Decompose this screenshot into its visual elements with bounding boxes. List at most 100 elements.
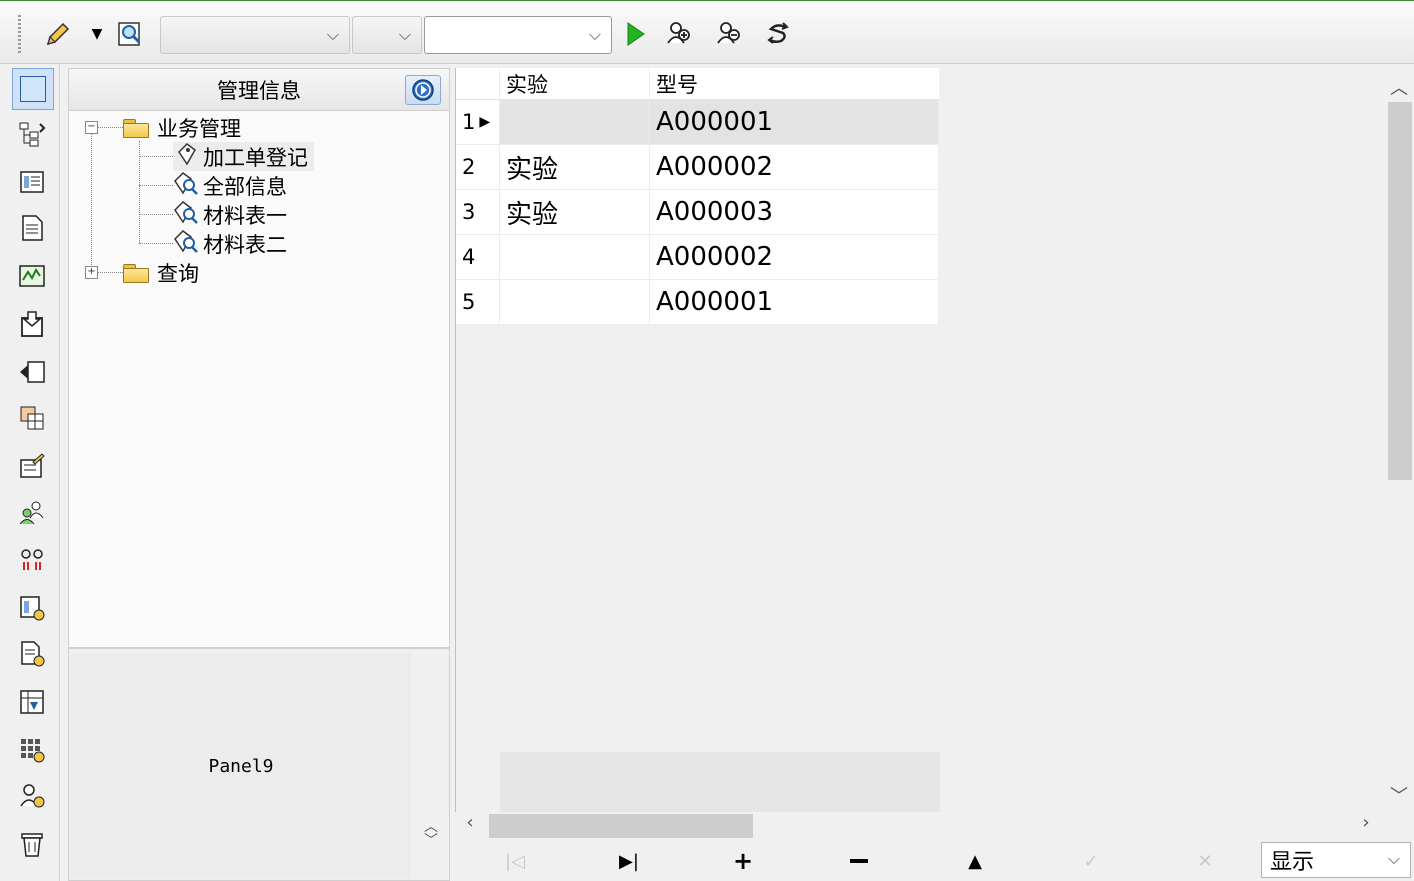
combo-1[interactable]: ⌵ xyxy=(160,16,350,54)
combo-3[interactable]: ⌵ xyxy=(424,16,612,54)
chevron-up-icon[interactable]: ︿ xyxy=(1384,74,1414,100)
list-view-icon[interactable] xyxy=(12,162,52,202)
user-settings-icon[interactable] xyxy=(12,776,52,816)
tag-search-icon xyxy=(173,171,199,201)
tree-leaf-material-2[interactable]: 材料表二 xyxy=(173,229,287,258)
db-navigator: |◁ ▶| + ▲ ✓ ✕ 显示 ⌵ xyxy=(455,840,1414,881)
row-number: 3 xyxy=(456,190,500,235)
tag-icon xyxy=(173,142,199,172)
table-row[interactable]: 4 A000002 xyxy=(456,235,939,280)
cell-model[interactable]: A000003 xyxy=(650,190,939,235)
dropdown-arrow-icon[interactable]: ▼ xyxy=(86,18,108,50)
tree-connector xyxy=(139,243,173,244)
calculator-icon[interactable] xyxy=(12,730,52,770)
tree-node-business[interactable]: 业务管理 xyxy=(123,113,241,142)
table-row[interactable]: 1 ▶ A000001 xyxy=(456,100,939,145)
cell-experiment[interactable]: 实验 xyxy=(500,145,650,190)
run-icon[interactable] xyxy=(620,18,652,50)
tree-view-icon[interactable] xyxy=(12,114,52,154)
zoom-out-user-icon[interactable] xyxy=(714,18,746,50)
nav-insert-button[interactable]: + xyxy=(721,846,765,876)
circle-arrow-icon xyxy=(412,79,434,101)
toolbar: ▼ ⌵ ⌵ ⌵ xyxy=(0,0,1414,64)
cell-model[interactable]: A000001 xyxy=(650,100,939,145)
current-row-arrow-icon: ▶ xyxy=(479,114,491,130)
cell-experiment[interactable] xyxy=(500,280,650,325)
collapse-toggle[interactable]: − xyxy=(85,121,98,134)
chevron-down-icon[interactable]: ﹀ xyxy=(1384,782,1414,808)
panel9-body: Panel9 xyxy=(71,653,411,879)
grid-import-icon[interactable] xyxy=(12,682,52,722)
nav-last-button[interactable]: ▶| xyxy=(607,846,651,876)
table-row[interactable]: 3 实验 A000003 xyxy=(456,190,939,235)
nav-cancel-button[interactable]: ✕ xyxy=(1183,846,1227,876)
expand-toggle[interactable]: + xyxy=(85,266,98,279)
tree-connector xyxy=(139,185,173,186)
table-row[interactable]: 2 实验 A000002 xyxy=(456,145,939,190)
horizontal-scrollbar[interactable]: ‹ › xyxy=(455,812,1384,840)
tree-connector xyxy=(91,133,92,271)
tree-leaf-material-1[interactable]: 材料表一 xyxy=(173,200,287,229)
table-icon[interactable] xyxy=(12,398,52,438)
chart-icon[interactable] xyxy=(12,256,52,296)
minus-icon xyxy=(850,859,868,863)
combo-2[interactable]: ⌵ xyxy=(352,16,422,54)
window-icon[interactable] xyxy=(12,68,54,110)
zoom-in-user-icon[interactable] xyxy=(664,18,696,50)
chevron-left-icon[interactable]: ‹ xyxy=(455,812,485,833)
cell-model[interactable]: A000001 xyxy=(650,280,939,325)
chevron-down-icon[interactable]: ﹀ xyxy=(424,834,438,848)
table-row[interactable]: 5 A000001 xyxy=(456,280,939,325)
horizontal-scroll-thumb[interactable] xyxy=(489,814,753,838)
tree-connector xyxy=(139,214,173,215)
report-icon[interactable] xyxy=(12,588,52,628)
vertical-scrollbar[interactable]: ︿ ﹀ xyxy=(1384,68,1414,813)
refresh-icon[interactable] xyxy=(762,18,794,50)
nav-first-button[interactable]: |◁ xyxy=(493,846,537,876)
tree-node-query[interactable]: 查询 xyxy=(123,258,199,287)
column-header-experiment[interactable]: 实验 xyxy=(500,68,650,100)
document-icon[interactable] xyxy=(12,208,52,248)
cell-model[interactable]: A000002 xyxy=(650,235,939,280)
chevron-down-icon: ⌵ xyxy=(1387,849,1400,868)
tree-header: 管理信息 xyxy=(69,69,449,111)
display-select[interactable]: 显示 ⌵ xyxy=(1261,842,1411,878)
edit-form-icon[interactable] xyxy=(12,446,52,486)
data-grid: 实验 型号 1 ▶ A000001 2 实验 A000002 3 实验 A0000… xyxy=(455,68,1384,813)
row-number: 4 xyxy=(456,235,500,280)
search-window-icon[interactable] xyxy=(114,18,146,50)
cell-experiment[interactable] xyxy=(500,235,650,280)
cell-model[interactable]: A000002 xyxy=(650,145,939,190)
chevron-right-icon[interactable]: › xyxy=(1351,812,1381,833)
tree-panel: 管理信息 − 业务管理 加工单登记 全部信息 材料表一 材料表二 + 查询 xyxy=(68,68,450,648)
users-icon[interactable] xyxy=(12,492,52,532)
import-icon[interactable] xyxy=(12,352,52,392)
vertical-scroll-thumb[interactable] xyxy=(1388,102,1412,480)
chevron-down-icon: ⌵ xyxy=(398,25,411,44)
collapse-panel-button[interactable] xyxy=(405,75,441,105)
link-icon[interactable] xyxy=(12,540,52,580)
tree-leaf-register[interactable]: 加工单登记 xyxy=(173,142,314,171)
panel9-label: Panel9 xyxy=(208,755,274,777)
column-header-model[interactable]: 型号 xyxy=(650,68,939,100)
chevron-down-icon: ⌵ xyxy=(588,25,601,44)
nav-post-button[interactable]: ✓ xyxy=(1069,846,1113,876)
pencil-icon[interactable] xyxy=(42,18,74,50)
folder-icon xyxy=(123,263,149,283)
cell-experiment[interactable] xyxy=(500,100,650,145)
toolbar-grip[interactable] xyxy=(18,15,21,55)
cell-experiment[interactable]: 实验 xyxy=(500,190,650,235)
chevron-down-icon: ⌵ xyxy=(326,25,339,44)
tag-search-icon xyxy=(173,200,199,230)
trash-icon[interactable] xyxy=(12,824,52,864)
chevron-up-icon[interactable]: ︿ xyxy=(424,820,438,834)
panel9-spinner[interactable]: ︿ ﹀ xyxy=(417,809,445,859)
nav-delete-button[interactable] xyxy=(837,846,881,876)
inbox-icon[interactable] xyxy=(12,304,52,344)
nav-edit-button[interactable]: ▲ xyxy=(953,846,997,876)
doc-settings-icon[interactable] xyxy=(12,634,52,674)
tree-leaf-all-info[interactable]: 全部信息 xyxy=(173,171,287,200)
folder-icon xyxy=(123,118,149,138)
row-number: 2 xyxy=(456,145,500,190)
tree-connector xyxy=(97,272,123,273)
